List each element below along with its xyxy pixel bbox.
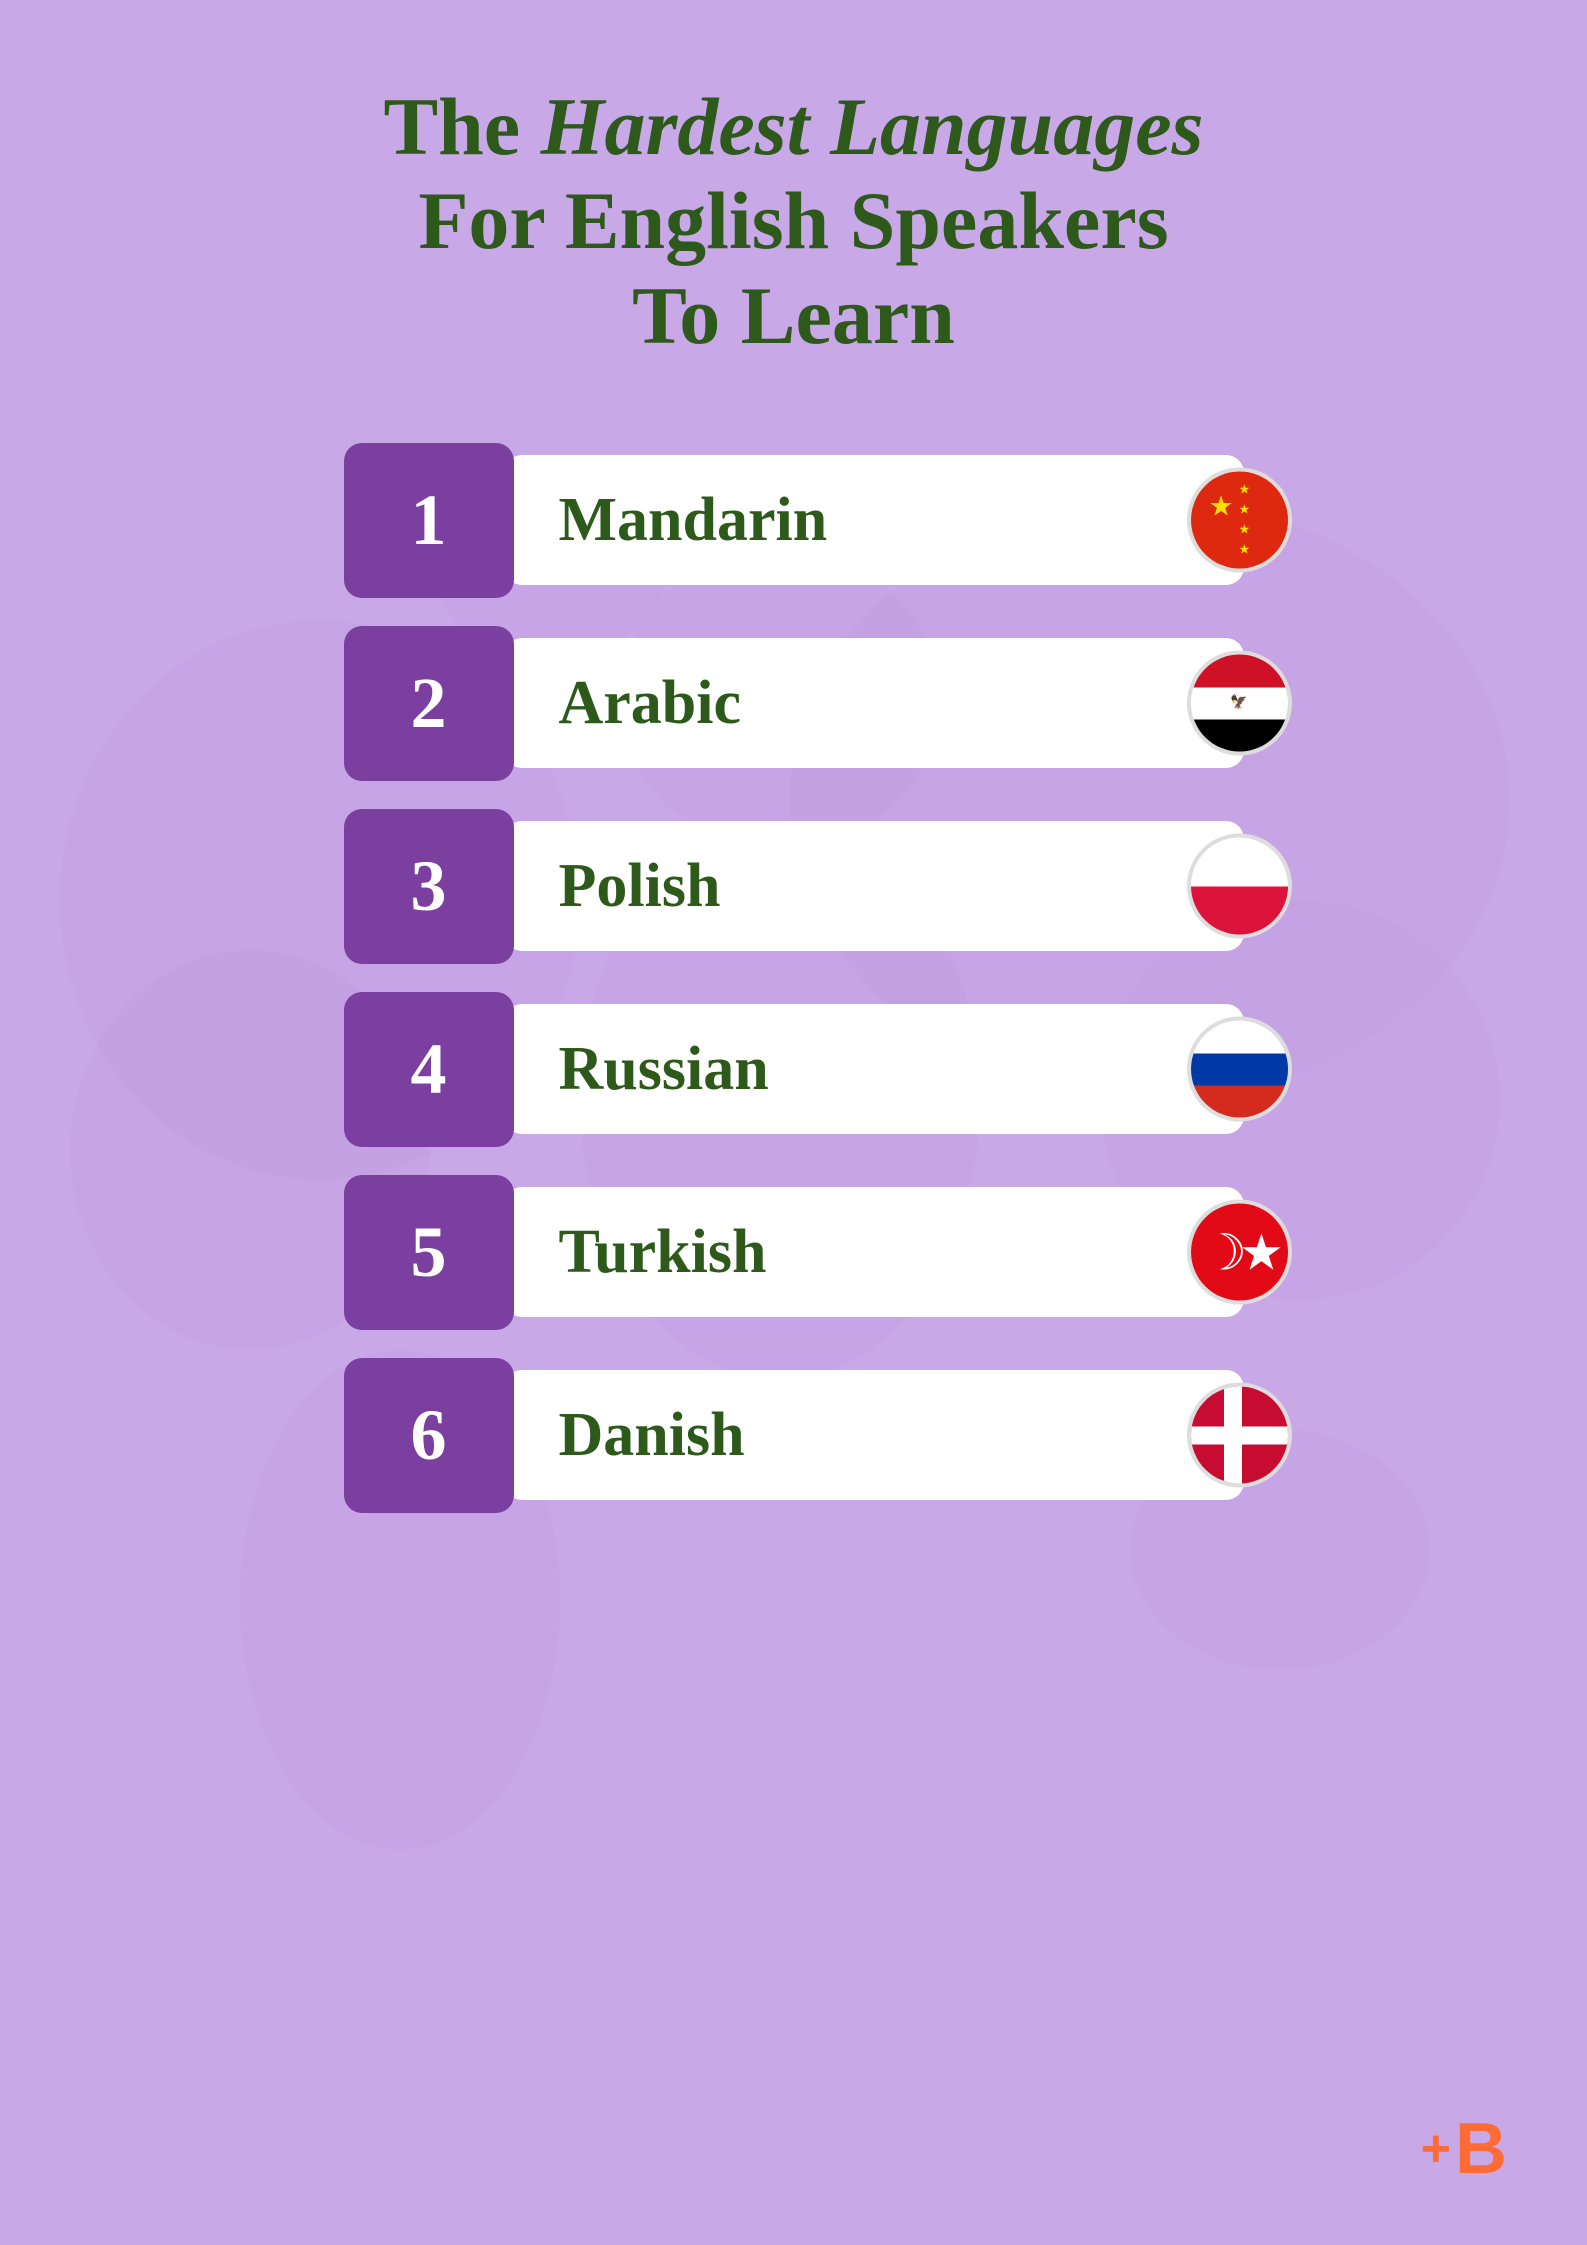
- language-name-turkish: Turkish: [559, 1217, 767, 1288]
- rank-badge-6: 6: [344, 1358, 514, 1513]
- title-text-2: For English Speakers: [418, 175, 1168, 266]
- turkey-crescent-icon: ☽★: [1202, 1223, 1276, 1281]
- language-list: 1 Mandarin ★ ★ ★ ★ ★ 2: [344, 443, 1244, 1513]
- rank-badge-4: 4: [344, 992, 514, 1147]
- flag-denmark: [1187, 1383, 1292, 1488]
- rank-badge-2: 2: [344, 626, 514, 781]
- title-italic: Hardest Languages: [541, 81, 1204, 172]
- list-item: 1 Mandarin ★ ★ ★ ★ ★: [344, 443, 1244, 598]
- logo-plus-icon: +: [1421, 2119, 1451, 2179]
- rank-badge-1: 1: [344, 443, 514, 598]
- rank-badge-5: 5: [344, 1175, 514, 1330]
- egypt-eagle-icon: 🦅: [1230, 695, 1247, 712]
- flag-egypt: 🦅: [1187, 651, 1292, 756]
- china-star-big: ★: [1209, 490, 1234, 524]
- list-item: 6 Danish: [344, 1358, 1244, 1513]
- language-card-danish: Danish: [504, 1370, 1244, 1500]
- language-card-arabic: Arabic: [504, 638, 1244, 768]
- list-item: 4 Russian: [344, 992, 1244, 1147]
- title-text-3: To Learn: [632, 270, 955, 361]
- language-name-russian: Russian: [559, 1034, 769, 1105]
- language-card-russian: Russian: [504, 1004, 1244, 1134]
- language-name-arabic: Arabic: [559, 668, 742, 739]
- poland-top: [1191, 838, 1288, 887]
- language-card-mandarin: Mandarin: [504, 455, 1244, 585]
- page-title: The Hardest Languages For English Speake…: [383, 80, 1203, 363]
- list-item: 5 Turkish ☽★: [344, 1175, 1244, 1330]
- flag-russia: [1187, 1017, 1292, 1122]
- logo-b-icon: B: [1455, 2113, 1507, 2185]
- china-stars-small: ★ ★ ★ ★: [1239, 482, 1251, 558]
- language-name-danish: Danish: [559, 1400, 745, 1471]
- egypt-stripe-white: 🦅: [1191, 687, 1288, 719]
- list-item: 2 Arabic 🦅: [344, 626, 1244, 781]
- flag-poland: [1187, 834, 1292, 939]
- list-item: 3 Polish: [344, 809, 1244, 964]
- title-text-1: The Hardest Languages: [383, 81, 1203, 172]
- denmark-cross-vertical: [1224, 1387, 1242, 1484]
- language-card-turkish: Turkish: [504, 1187, 1244, 1317]
- brainscape-logo: + B: [1421, 2113, 1507, 2185]
- language-name-mandarin: Mandarin: [559, 485, 828, 556]
- russia-stripe-blue: [1191, 1053, 1288, 1085]
- flag-turkey: ☽★: [1187, 1200, 1292, 1305]
- language-card-polish: Polish: [504, 821, 1244, 951]
- rank-badge-3: 3: [344, 809, 514, 964]
- language-name-polish: Polish: [559, 851, 721, 922]
- flag-china: ★ ★ ★ ★ ★: [1187, 468, 1292, 573]
